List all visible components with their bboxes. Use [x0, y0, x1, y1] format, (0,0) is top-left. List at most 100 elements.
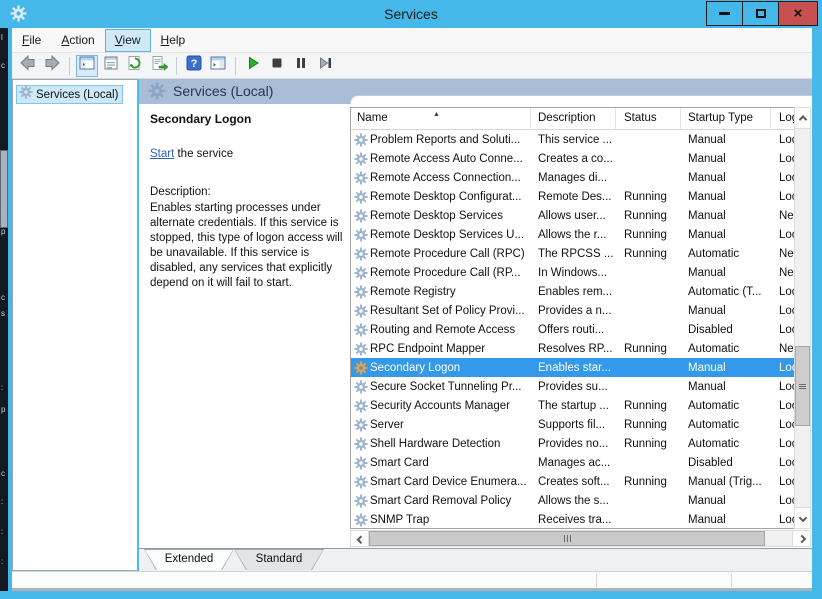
forward-button[interactable] [41, 55, 63, 77]
back-button[interactable] [17, 55, 39, 77]
service-status: Running [616, 229, 681, 241]
maximize-button[interactable] [742, 1, 778, 26]
service-row[interactable]: RPC Endpoint MapperResolves RP...Running… [351, 339, 794, 358]
service-status: Running [616, 248, 681, 260]
service-row[interactable]: Remote RegistryEnables rem...Automatic (… [351, 282, 794, 301]
vertical-scrollbar[interactable] [794, 107, 811, 529]
service-log-on-as: Net [771, 267, 794, 279]
service-row[interactable]: Remote Desktop ServicesAllows user...Run… [351, 206, 794, 225]
background-text-fragment: : [1, 558, 3, 566]
service-description: Provides a n... [531, 305, 616, 317]
export-list-button[interactable] [148, 55, 170, 77]
service-startup-type: Manual [681, 514, 771, 526]
show-action-pane-button[interactable] [207, 55, 229, 77]
background-text-fragment: c [1, 294, 5, 302]
service-row[interactable]: Remote Access Connection...Manages di...… [351, 168, 794, 187]
menu-item-view[interactable]: View [105, 29, 151, 52]
column-header-description[interactable]: Description [531, 108, 616, 130]
window-title: Services [0, 0, 822, 28]
service-startup-type: Automatic [681, 419, 771, 431]
service-row[interactable]: Smart Card Device Enumera...Creates soft… [351, 472, 794, 491]
menu-item-action[interactable]: Action [51, 29, 104, 52]
service-gear-icon [351, 190, 370, 204]
export-list-icon [151, 55, 168, 76]
background-text-fragment: s [1, 310, 5, 318]
show-action-pane-icon [210, 55, 226, 76]
console-tree-pane: Services (Local) [12, 79, 138, 571]
tab-extended[interactable]: Extended [145, 550, 233, 570]
service-gear-icon [351, 152, 370, 166]
close-button[interactable]: × [778, 1, 818, 26]
service-description: Provides no... [531, 438, 616, 450]
vertical-scrollbar-thumb[interactable] [795, 346, 810, 426]
titlebar[interactable]: Services × [0, 0, 822, 28]
start-service-button[interactable] [242, 55, 264, 77]
service-row[interactable]: ServerSupports fil...RunningAutomaticLoc [351, 415, 794, 434]
stop-service-button[interactable] [266, 55, 288, 77]
service-gear-icon [351, 494, 370, 508]
extended-view-content: Secondary Logon Start the service Descri… [139, 104, 812, 548]
view-tab-strip: ExtendedStandard [139, 548, 812, 571]
restart-service-button[interactable] [314, 55, 336, 77]
service-row[interactable]: Smart CardManages ac...DisabledLoc [351, 453, 794, 472]
pause-service-button[interactable] [290, 55, 312, 77]
service-row[interactable]: Secondary LogonEnables star...ManualLoc [351, 358, 794, 377]
service-description: Manages ac... [531, 457, 616, 469]
service-row[interactable]: Shell Hardware DetectionProvides no...Ru… [351, 434, 794, 453]
service-row[interactable]: Remote Procedure Call (RP...In Windows..… [351, 263, 794, 282]
service-row[interactable]: Security Accounts ManagerThe startup ...… [351, 396, 794, 415]
background-text-fragment: p [1, 406, 5, 414]
service-description: Enables star... [531, 362, 616, 374]
minimize-button[interactable] [706, 1, 742, 26]
column-header-name[interactable]: Name▲ [351, 108, 531, 130]
horizontal-scrollbar[interactable] [350, 530, 811, 547]
list-panel-top [350, 95, 812, 104]
service-gear-icon [351, 418, 370, 432]
service-name: Remote Access Connection... [370, 172, 531, 184]
service-row[interactable]: SNMP TrapReceives tra...ManualLoc [351, 510, 794, 529]
minimize-icon [719, 12, 730, 15]
properties-button[interactable] [100, 55, 122, 77]
menu-item-file[interactable]: File [12, 29, 51, 52]
start-service-link[interactable]: Start [150, 148, 174, 160]
column-header-status[interactable]: Status [616, 108, 681, 130]
service-description: The startup ... [531, 400, 616, 412]
horizontal-scrollbar-thumb[interactable] [369, 531, 765, 546]
column-header-log[interactable]: Log [771, 108, 794, 130]
service-row[interactable]: Resultant Set of Policy Provi...Provides… [351, 301, 794, 320]
refresh-icon [127, 55, 143, 76]
service-description: Provides su... [531, 381, 616, 393]
service-log-on-as: Loc [771, 476, 794, 488]
service-gear-icon [351, 266, 370, 280]
service-description: Enables rem... [531, 286, 616, 298]
service-description: Resolves RP... [531, 343, 616, 355]
service-name: Remote Access Auto Conne... [370, 153, 531, 165]
show-console-tree-button[interactable] [76, 55, 98, 77]
scroll-up-button[interactable] [795, 108, 810, 129]
service-startup-type: Manual [681, 153, 771, 165]
scroll-right-button[interactable] [792, 531, 810, 546]
service-description: Allows the r... [531, 229, 616, 241]
help-icon: ? [186, 55, 202, 76]
tree-item-services-local[interactable]: Services (Local) [16, 85, 123, 104]
service-row[interactable]: Smart Card Removal PolicyAllows the s...… [351, 491, 794, 510]
service-row[interactable]: Problem Reports and Soluti...This servic… [351, 130, 794, 149]
chevron-right-icon [797, 534, 805, 542]
refresh-button[interactable] [124, 55, 146, 77]
service-gear-icon [351, 323, 370, 337]
service-gear-icon [351, 209, 370, 223]
service-name: RPC Endpoint Mapper [370, 343, 531, 355]
service-row[interactable]: Remote Access Auto Conne...Creates a co.… [351, 149, 794, 168]
help-button[interactable]: ? [183, 55, 205, 77]
tab-standard[interactable]: Standard [235, 550, 323, 570]
service-row[interactable]: Secure Socket Tunneling Pr...Provides su… [351, 377, 794, 396]
column-header-startup-type[interactable]: Startup Type [681, 108, 771, 130]
service-row[interactable]: Routing and Remote AccessOffers routi...… [351, 320, 794, 339]
services-gear-icon [148, 82, 166, 105]
service-row[interactable]: Remote Desktop Configurat...Remote Des..… [351, 187, 794, 206]
scroll-left-button[interactable] [351, 531, 369, 546]
service-row[interactable]: Remote Desktop Services U...Allows the r… [351, 225, 794, 244]
service-row[interactable]: Remote Procedure Call (RPC)The RPCSS ...… [351, 244, 794, 263]
scroll-down-button[interactable] [795, 507, 810, 528]
menu-item-help[interactable]: Help [151, 29, 196, 52]
